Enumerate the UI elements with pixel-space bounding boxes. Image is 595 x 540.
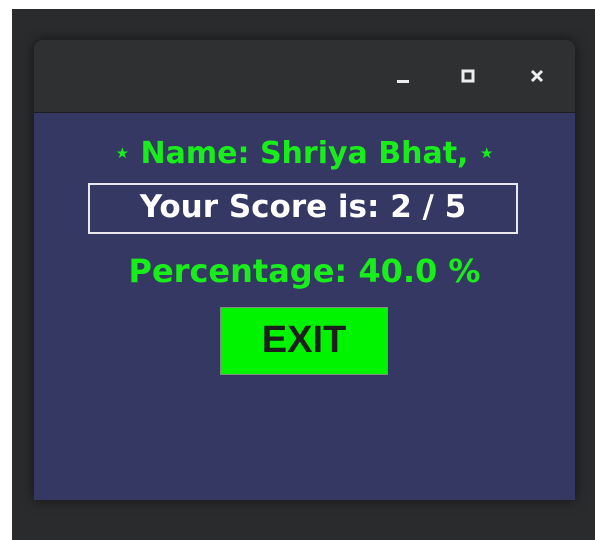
maximize-icon[interactable] bbox=[452, 60, 484, 92]
minimize-icon[interactable] bbox=[387, 60, 419, 92]
name-text: Name: Shriya Bhat, bbox=[140, 136, 469, 171]
window-titlebar[interactable] bbox=[34, 40, 575, 113]
star-icon-left: ⋆ bbox=[114, 138, 131, 167]
result-panel: ⋆ Name: Shriya Bhat, ⋆ Your Score is: 2 … bbox=[34, 113, 575, 500]
percentage-label: Percentage: 40.0 % bbox=[128, 252, 481, 290]
exit-button[interactable]: EXIT bbox=[220, 307, 388, 375]
star-icon-right: ⋆ bbox=[478, 138, 495, 167]
name-label: ⋆ Name: Shriya Bhat, ⋆ bbox=[34, 131, 575, 176]
score-label: Your Score is: 2 / 5 bbox=[88, 183, 518, 234]
close-icon[interactable] bbox=[521, 60, 553, 92]
result-window: ⋆ Name: Shriya Bhat, ⋆ Your Score is: 2 … bbox=[34, 40, 575, 500]
